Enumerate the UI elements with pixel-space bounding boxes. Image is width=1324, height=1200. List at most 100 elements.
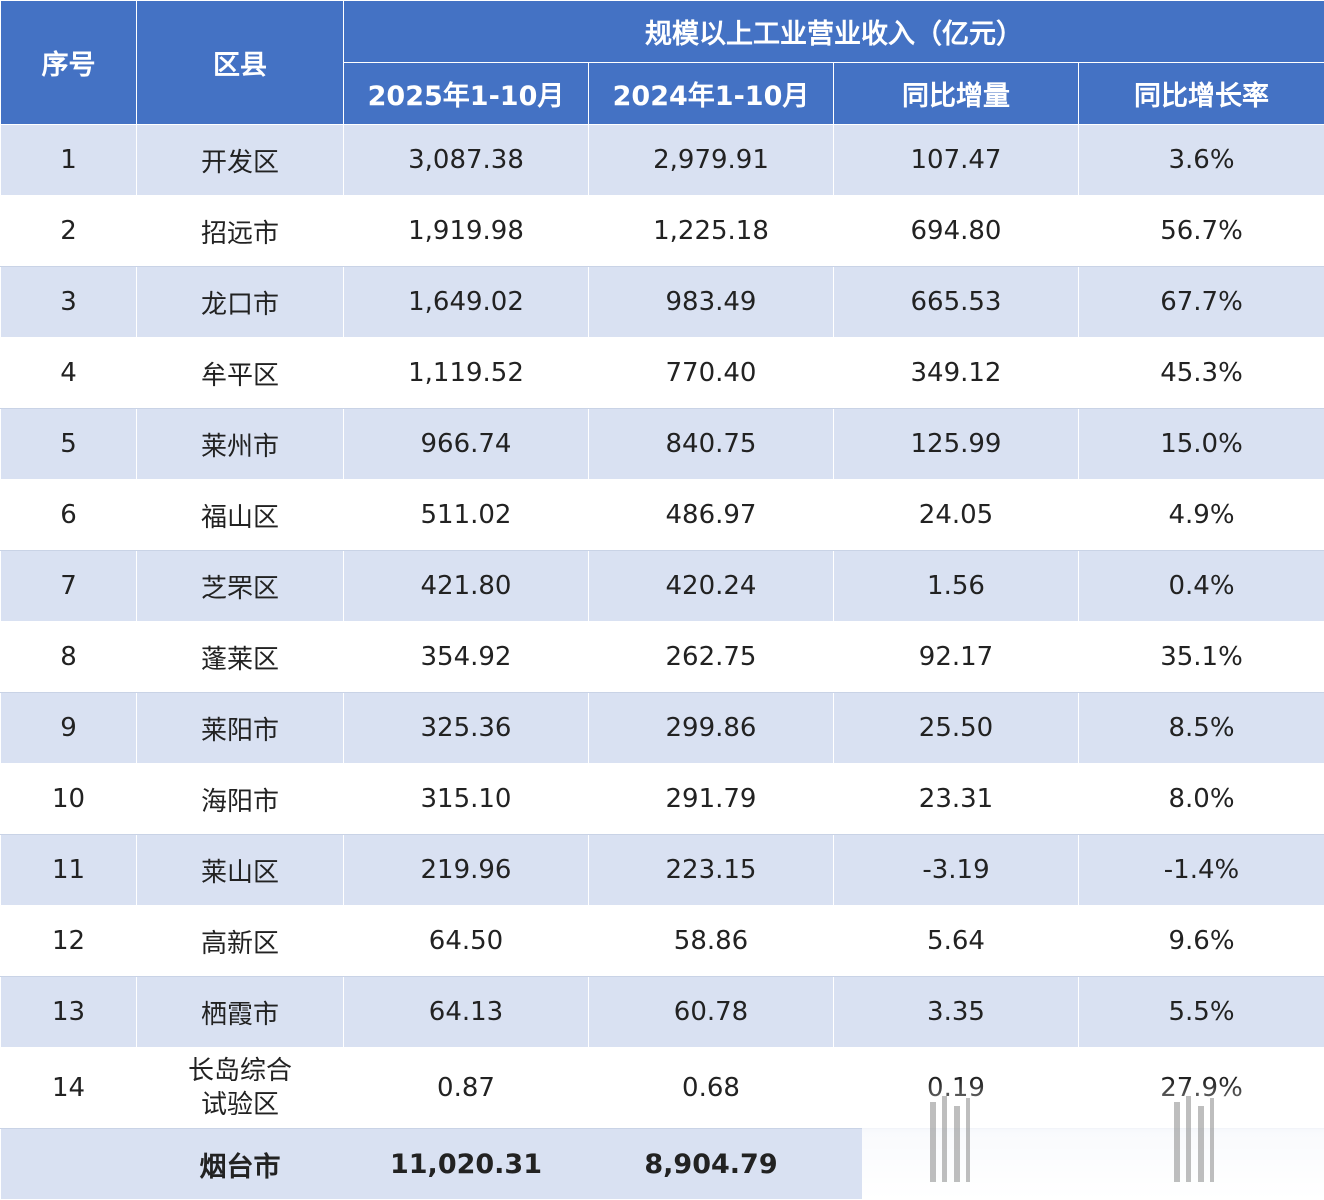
- cell-index: 13: [0, 976, 137, 1048]
- cell-2024: 2,979.91: [588, 124, 834, 196]
- cell-rate: 9.6%: [1078, 905, 1324, 977]
- cell-change: -3.19: [833, 834, 1079, 906]
- cell-district: 长岛综合 试验区: [136, 1047, 344, 1129]
- district-line-2: 试验区: [200, 1090, 279, 1120]
- header-group: 规模以上工业营业收入（亿元）: [343, 0, 1324, 63]
- cell-index: 14: [0, 1047, 137, 1129]
- cell-2024: 291.79: [588, 763, 834, 835]
- cell-2024: 770.40: [588, 337, 834, 409]
- table-row: 4 牟平区 1,119.52 770.40 349.12 45.3%: [0, 337, 1324, 409]
- cell-2025: 64.50: [343, 905, 589, 977]
- cell-2025: 0.87: [343, 1047, 589, 1129]
- header-district: 区县: [136, 0, 344, 125]
- district-line-1: 长岛综合: [187, 1056, 292, 1086]
- cell-district: 龙口市: [136, 266, 344, 338]
- cell-rate: 15.0%: [1078, 408, 1324, 480]
- table-row: 5 莱州市 966.74 840.75 125.99 15.0%: [0, 408, 1324, 480]
- header-2025: 2025年1-10月: [343, 62, 589, 125]
- cell-2024: 60.78: [588, 976, 834, 1048]
- cell-rate: 56.7%: [1078, 195, 1324, 267]
- total-rate: [1078, 1128, 1324, 1200]
- cell-index: 7: [0, 550, 137, 622]
- cell-2024: 486.97: [588, 479, 834, 551]
- cell-2024: 58.86: [588, 905, 834, 977]
- cell-index: 3: [0, 266, 137, 338]
- cell-2024: 223.15: [588, 834, 834, 906]
- total-change: [833, 1128, 1079, 1200]
- cell-rate: 8.5%: [1078, 692, 1324, 764]
- cell-change: 5.64: [833, 905, 1079, 977]
- header-rate: 同比增长率: [1078, 62, 1324, 125]
- cell-index: 5: [0, 408, 137, 480]
- table-row: 2 招远市 1,919.98 1,225.18 694.80 56.7%: [0, 195, 1324, 267]
- cell-index: 9: [0, 692, 137, 764]
- header-2024: 2024年1-10月: [588, 62, 834, 125]
- cell-rate: 3.6%: [1078, 124, 1324, 196]
- cell-change: 3.35: [833, 976, 1079, 1048]
- revenue-table: 序号 区县 规模以上工业营业收入（亿元） 2025年1-10月 2024年1-1…: [0, 0, 1324, 1200]
- table-row: 9 莱阳市 325.36 299.86 25.50 8.5%: [0, 692, 1324, 764]
- cell-2025: 315.10: [343, 763, 589, 835]
- header-index: 序号: [0, 0, 137, 125]
- table-row: 1 开发区 3,087.38 2,979.91 107.47 3.6%: [0, 124, 1324, 196]
- table-row: 13 栖霞市 64.13 60.78 3.35 5.5%: [0, 976, 1324, 1048]
- cell-2025: 325.36: [343, 692, 589, 764]
- table-row: 8 蓬莱区 354.92 262.75 92.17 35.1%: [0, 621, 1324, 693]
- cell-change: 0.19: [833, 1047, 1079, 1129]
- cell-index: 11: [0, 834, 137, 906]
- table-row: 11 莱山区 219.96 223.15 -3.19 -1.4%: [0, 834, 1324, 906]
- cell-district: 开发区: [136, 124, 344, 196]
- total-row: 烟台市 11,020.31 8,904.79: [0, 1128, 1324, 1200]
- cell-change: 1.56: [833, 550, 1079, 622]
- cell-2024: 420.24: [588, 550, 834, 622]
- cell-rate: 5.5%: [1078, 976, 1324, 1048]
- cell-2024: 0.68: [588, 1047, 834, 1129]
- cell-rate: 0.4%: [1078, 550, 1324, 622]
- cell-2025: 3,087.38: [343, 124, 589, 196]
- table-row: 6 福山区 511.02 486.97 24.05 4.9%: [0, 479, 1324, 551]
- cell-change: 125.99: [833, 408, 1079, 480]
- table-row: 7 芝罘区 421.80 420.24 1.56 0.4%: [0, 550, 1324, 622]
- cell-change: 107.47: [833, 124, 1079, 196]
- cell-2024: 840.75: [588, 408, 834, 480]
- cell-rate: -1.4%: [1078, 834, 1324, 906]
- table-row: 10 海阳市 315.10 291.79 23.31 8.0%: [0, 763, 1324, 835]
- cell-rate: 4.9%: [1078, 479, 1324, 551]
- cell-2025: 1,119.52: [343, 337, 589, 409]
- cell-change: 92.17: [833, 621, 1079, 693]
- cell-index: 1: [0, 124, 137, 196]
- cell-district: 牟平区: [136, 337, 344, 409]
- cell-change: 25.50: [833, 692, 1079, 764]
- cell-change: 665.53: [833, 266, 1079, 338]
- cell-change: 23.31: [833, 763, 1079, 835]
- cell-index: 2: [0, 195, 137, 267]
- table-row: 14 长岛综合 试验区 0.87 0.68 0.19 27.9%: [0, 1047, 1324, 1129]
- cell-district: 莱州市: [136, 408, 344, 480]
- table-total: 烟台市 11,020.31 8,904.79: [0, 1128, 1324, 1200]
- cell-2025: 219.96: [343, 834, 589, 906]
- cell-change: 349.12: [833, 337, 1079, 409]
- cell-district: 福山区: [136, 479, 344, 551]
- cell-2025: 966.74: [343, 408, 589, 480]
- cell-2024: 299.86: [588, 692, 834, 764]
- cell-index: 4: [0, 337, 137, 409]
- cell-district: 招远市: [136, 195, 344, 267]
- cell-change: 694.80: [833, 195, 1079, 267]
- cell-district: 莱阳市: [136, 692, 344, 764]
- cell-index: 8: [0, 621, 137, 693]
- cell-rate: 8.0%: [1078, 763, 1324, 835]
- total-district: 烟台市: [136, 1128, 344, 1200]
- cell-2024: 1,225.18: [588, 195, 834, 267]
- cell-index: 10: [0, 763, 137, 835]
- cell-2024: 983.49: [588, 266, 834, 338]
- cell-2025: 64.13: [343, 976, 589, 1048]
- cell-district: 莱山区: [136, 834, 344, 906]
- cell-2025: 1,919.98: [343, 195, 589, 267]
- cell-district: 栖霞市: [136, 976, 344, 1048]
- table-header: 序号 区县 规模以上工业营业收入（亿元） 2025年1-10月 2024年1-1…: [0, 0, 1324, 125]
- cell-rate: 35.1%: [1078, 621, 1324, 693]
- cell-2025: 1,649.02: [343, 266, 589, 338]
- cell-rate: 67.7%: [1078, 266, 1324, 338]
- cell-2025: 511.02: [343, 479, 589, 551]
- cell-district: 海阳市: [136, 763, 344, 835]
